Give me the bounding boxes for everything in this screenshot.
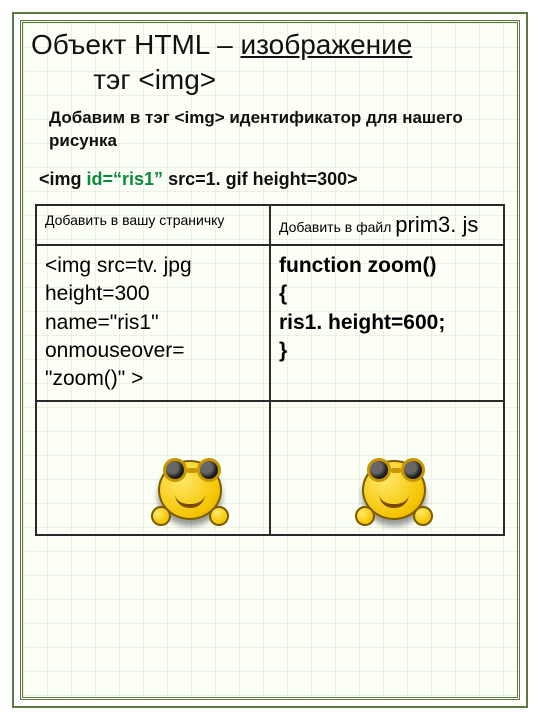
left-code-block: <img src=tv. jpg height=300 name="ris1" … bbox=[45, 252, 261, 394]
intro-text: Добавим в тэг <img> идентификатор для на… bbox=[49, 107, 505, 153]
fn-statement: ris1. height=600; bbox=[279, 309, 495, 337]
right-header-prefix: Добавить в файл bbox=[279, 219, 395, 235]
table-cell-left: <img src=tv. jpg height=300 name="ris1" … bbox=[36, 245, 270, 401]
table-cell-right: function zoom() { ris1. height=600; } bbox=[270, 245, 504, 401]
left-header-prefix: Добавить bbox=[45, 212, 111, 228]
code-open: <img bbox=[39, 169, 87, 189]
fn-close-brace: } bbox=[279, 337, 495, 365]
code-rest: src=1. gif height=300> bbox=[163, 169, 358, 189]
slide-title: Объект HTML – изображение тэг <img> bbox=[31, 27, 505, 97]
table-illustration-row bbox=[36, 401, 504, 535]
table-header-right: Добавить в файл prim3. js bbox=[270, 205, 504, 245]
slide-outer-frame: Объект HTML – изображение тэг <img> Доба… bbox=[12, 12, 528, 708]
slide-inner-frame: Объект HTML – изображение тэг <img> Доба… bbox=[20, 20, 520, 700]
code-example: <img id=“ris1” src=1. gif height=300> bbox=[39, 169, 505, 190]
smiley-container-left bbox=[45, 408, 261, 528]
smiley-icon bbox=[359, 454, 429, 524]
right-code-block: function zoom() { ris1. height=600; } bbox=[279, 252, 495, 365]
table-cell-smiley-right bbox=[270, 401, 504, 535]
smiley-container-right bbox=[279, 408, 495, 528]
table-header-row: Добавить в вашу страничку Добавить в фай… bbox=[36, 205, 504, 245]
smiley-icon bbox=[155, 454, 225, 524]
fn-open-brace: { bbox=[279, 280, 495, 308]
code-id-value: “ris1” bbox=[113, 169, 163, 189]
two-column-table: Добавить в вашу страничку Добавить в фай… bbox=[35, 204, 505, 536]
slide-content: Объект HTML – изображение тэг <img> Доба… bbox=[29, 23, 511, 691]
code-id-keyword: id bbox=[87, 169, 103, 189]
title-part-underlined: изображение bbox=[240, 29, 412, 60]
table-header-left: Добавить в вашу страничку bbox=[36, 205, 270, 245]
title-line2: тэг <img> bbox=[93, 64, 216, 95]
fn-decl: function zoom() bbox=[279, 252, 495, 280]
table-body-row: <img src=tv. jpg height=300 name="ris1" … bbox=[36, 245, 504, 401]
table-cell-smiley-left bbox=[36, 401, 270, 535]
title-part-plain: Объект HTML – bbox=[31, 29, 240, 60]
right-header-main: prim3. js bbox=[395, 212, 478, 237]
left-header-main: в вашу страничку bbox=[111, 212, 225, 228]
code-eq: = bbox=[103, 169, 114, 189]
